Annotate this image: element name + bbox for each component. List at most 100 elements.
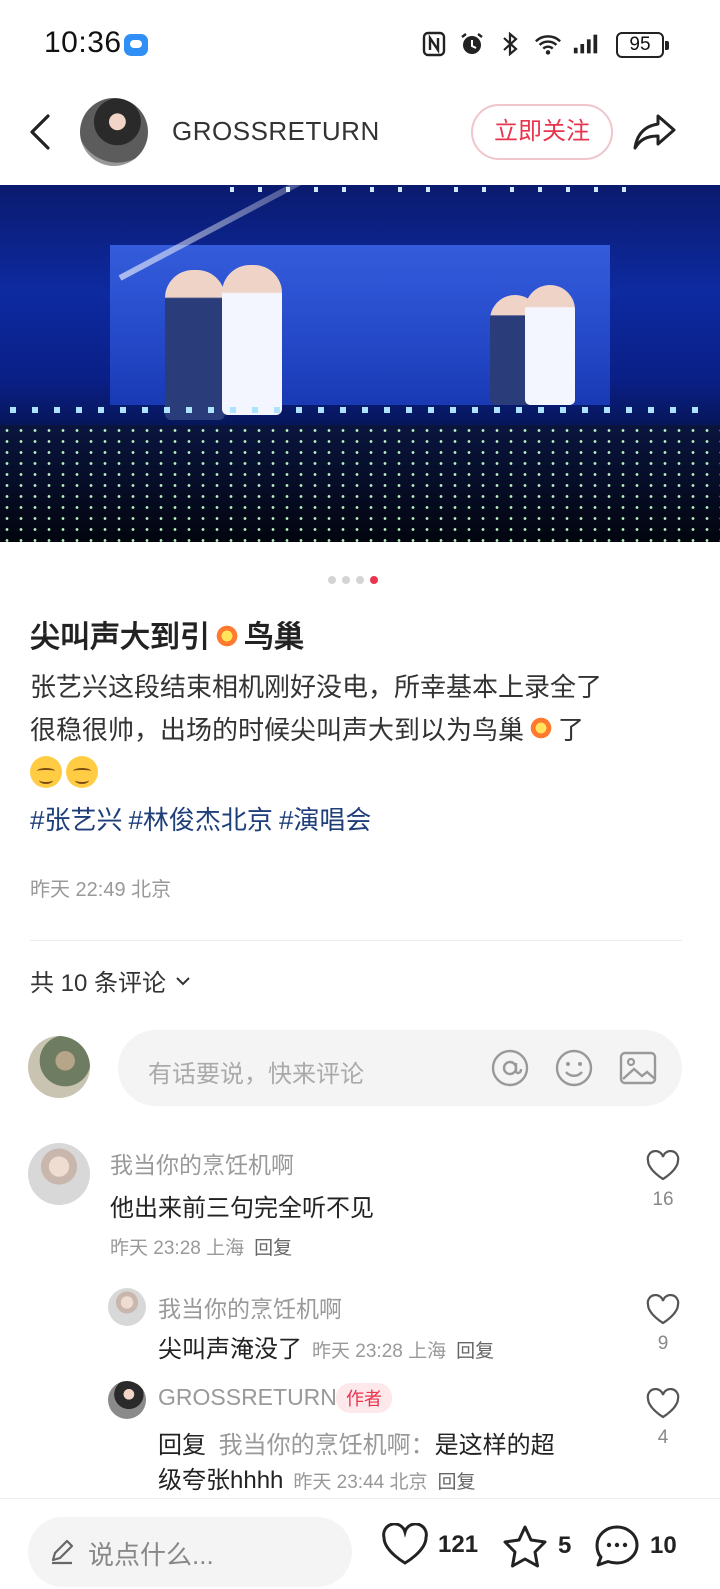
like-count: 121 xyxy=(438,1531,479,1558)
like-button[interactable]: 121 xyxy=(380,1523,478,1567)
commenter-name[interactable]: GROSSRETURN xyxy=(158,1384,337,1411)
share-icon xyxy=(633,114,676,150)
post-body-line2-part2: 了 xyxy=(558,715,585,745)
author-reply-line1[interactable]: 回复 我当你的烹饪机啊：是这样的超 xyxy=(158,1425,555,1460)
mention-icon[interactable] xyxy=(488,1046,532,1090)
carousel-dot-active xyxy=(370,576,378,584)
crowd-lightsticks xyxy=(0,425,720,542)
post-body-line2-part1: 很稳很帅，出场的时候尖叫声大到以为鸟巢 xyxy=(30,715,525,745)
comment-meta: 昨天 23:28 上海 回复 xyxy=(110,1233,292,1260)
reply-button[interactable]: 回复 xyxy=(456,1336,494,1363)
post-photo[interactable] xyxy=(0,185,720,542)
alarm-icon xyxy=(458,30,486,58)
comment-like-count: 4 xyxy=(657,1427,669,1448)
stage-light-row xyxy=(10,407,710,413)
collision-emoji-icon xyxy=(526,713,557,743)
heart-icon xyxy=(646,1387,680,1419)
status-time: 10:36 xyxy=(44,26,122,59)
divider xyxy=(30,940,682,941)
comment-count-label: 共 10 条评论 xyxy=(30,970,167,997)
heart-icon xyxy=(646,1149,680,1181)
bottom-action-bar: 说点什么... 121 5 10 xyxy=(0,1498,720,1589)
heart-icon xyxy=(646,1293,680,1325)
bottom-input-placeholder: 说点什么... xyxy=(88,1540,214,1570)
pencil-icon xyxy=(51,1539,74,1565)
commenter-avatar[interactable] xyxy=(28,1143,90,1205)
signal-icon xyxy=(572,30,600,58)
performer-figure xyxy=(165,270,225,420)
post-header: GROSSRETURN 立即关注 xyxy=(0,88,720,184)
carousel-dot xyxy=(328,576,336,584)
commenter-name[interactable]: 我当你的烹饪机啊 xyxy=(158,1290,342,1324)
author-avatar[interactable] xyxy=(80,98,148,166)
reply-button[interactable]: 回复 xyxy=(438,1467,476,1494)
comment-button[interactable]: 10 xyxy=(592,1523,677,1569)
nfc-icon xyxy=(420,30,448,58)
comment-count-toggle[interactable]: 共 10 条评论 xyxy=(30,963,192,998)
message-notification-icon xyxy=(124,34,148,56)
commenter-name[interactable]: 我当你的烹饪机啊 xyxy=(110,1146,294,1180)
comment-like-count: 9 xyxy=(657,1333,669,1354)
star-icon xyxy=(503,1525,547,1568)
post-meta: 昨天 22:49 北京 xyxy=(30,879,172,901)
comment-text[interactable]: 他出来前三句完全听不见 xyxy=(110,1188,374,1223)
post-body-line1: 张艺兴这段结束相机刚好没电，所幸基本上录全了 xyxy=(30,672,603,702)
comment-text[interactable]: 尖叫声淹没了 xyxy=(158,1329,302,1364)
comment-bubble-icon xyxy=(595,1525,639,1567)
author-reply-line2: 级夸张hhhh 昨天 23:44 北京 回复 xyxy=(158,1460,476,1495)
comment-time-location: 昨天 23:44 北京 xyxy=(293,1472,428,1493)
post-body-line2: 很稳很帅，出场的时候尖叫声大到以为鸟巢 了 xyxy=(30,709,690,752)
comment-input[interactable]: 有话要说，快来评论 xyxy=(118,1030,682,1106)
image-icon[interactable] xyxy=(616,1046,660,1090)
carousel-dot xyxy=(356,576,364,584)
comment-time-location: 昨天 23:28 上海 xyxy=(312,1341,447,1362)
post-title: 尖叫声大到引 鸟巢 xyxy=(30,612,304,656)
reply-text-part2[interactable]: 级夸张hhhh xyxy=(158,1460,283,1495)
favorite-button[interactable]: 5 xyxy=(500,1523,571,1569)
back-button[interactable] xyxy=(22,110,62,154)
relieved-face-emoji-icon xyxy=(30,756,62,788)
emoji-icon[interactable] xyxy=(552,1046,596,1090)
comment-like-button[interactable]: 16 xyxy=(643,1149,683,1211)
post-body: 张艺兴这段结束相机刚好没电，所幸基本上录全了 很稳很帅，出场的时候尖叫声大到以为… xyxy=(30,666,690,795)
hashtag-link[interactable]: #林俊杰北京 xyxy=(128,805,272,835)
status-bar: 10:36 95 xyxy=(0,0,720,88)
carousel-dot xyxy=(342,576,350,584)
reply-target-name[interactable]: 我当你的烹饪机啊： xyxy=(219,1432,435,1459)
chevron-down-icon xyxy=(176,976,190,985)
author-badge: 作者 xyxy=(336,1383,392,1413)
hashtag-link[interactable]: #演唱会 xyxy=(279,805,371,835)
comment-time-location: 昨天 23:28 上海 xyxy=(110,1238,245,1259)
reply-prefix: 回复 xyxy=(158,1432,206,1459)
comment-like-count: 16 xyxy=(652,1189,674,1210)
favorite-count: 5 xyxy=(558,1532,572,1559)
post-title-part2: 鸟巢 xyxy=(244,621,304,654)
bottom-comment-input[interactable]: 说点什么... xyxy=(28,1517,352,1587)
author-name[interactable]: GROSSRETURN xyxy=(172,116,380,147)
reply-text-part1: 是这样的超 xyxy=(434,1432,555,1459)
my-avatar xyxy=(28,1036,90,1098)
wifi-icon xyxy=(534,30,562,58)
comment-like-button[interactable]: 4 xyxy=(643,1387,683,1449)
comment-total-count: 10 xyxy=(650,1532,677,1559)
reply-button[interactable]: 回复 xyxy=(254,1238,292,1259)
battery-icon: 95 xyxy=(616,32,669,58)
performer-figure xyxy=(222,265,282,415)
commenter-avatar[interactable] xyxy=(108,1288,146,1326)
performer-figure xyxy=(525,285,575,405)
share-button[interactable] xyxy=(632,112,678,154)
comment-input-placeholder: 有话要说，快来评论 xyxy=(148,1061,364,1088)
post-title-part1: 尖叫声大到引 xyxy=(30,621,210,654)
chevron-left-icon xyxy=(30,114,50,150)
follow-button[interactable]: 立即关注 xyxy=(471,104,613,160)
post-body-emojis xyxy=(30,752,690,795)
heart-icon xyxy=(382,1523,428,1565)
carousel-indicator xyxy=(328,576,378,584)
comment-like-button[interactable]: 9 xyxy=(643,1293,683,1355)
hashtag-link[interactable]: #张艺兴 xyxy=(30,805,122,835)
status-icons xyxy=(420,30,600,58)
author-reply-avatar[interactable] xyxy=(108,1381,146,1419)
relieved-face-emoji-icon xyxy=(66,756,98,788)
collision-emoji-icon xyxy=(212,621,242,651)
reply-comment-row: 尖叫声淹没了 昨天 23:28 上海 回复 xyxy=(158,1329,494,1364)
